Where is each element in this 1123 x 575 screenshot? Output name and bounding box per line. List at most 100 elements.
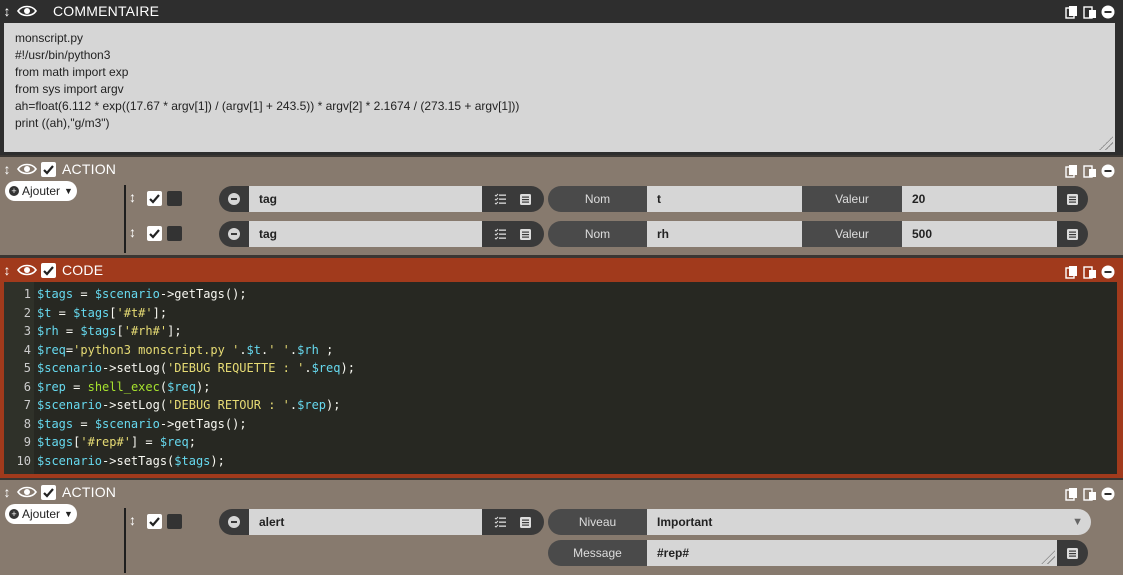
move-handle-icon[interactable]: ↕ xyxy=(1,262,13,278)
minus-icon xyxy=(228,516,240,528)
list-icon[interactable] xyxy=(1066,193,1079,206)
block-title: ACTION xyxy=(62,484,117,500)
code-line: $t = $tags['#t#']; xyxy=(37,305,168,320)
comment-header: ↕ COMMENTAIRE xyxy=(0,0,1123,22)
list-icon[interactable] xyxy=(1066,228,1079,241)
remove-row-button[interactable] xyxy=(219,186,249,212)
copy-icon[interactable] xyxy=(1065,265,1079,279)
resize-grip-icon[interactable] xyxy=(1099,136,1113,150)
remove-block-icon[interactable] xyxy=(1101,265,1115,279)
line-number: 6 xyxy=(23,379,31,394)
action-block: ↕ ACTION + Ajouter ▼ ↕ alert Niveau Impo… xyxy=(0,480,1123,575)
move-handle-icon[interactable]: ↕ xyxy=(1,3,13,19)
name-label: Nom xyxy=(548,221,647,247)
eye-icon[interactable] xyxy=(17,4,37,18)
message-label: Message xyxy=(548,540,647,566)
code-line: $rh = $tags['#rh#']; xyxy=(37,324,182,338)
value-input[interactable]: 500 xyxy=(902,221,1057,247)
line-number: 4 xyxy=(23,342,31,357)
command-input[interactable]: tag xyxy=(249,221,482,247)
value-label: Valeur xyxy=(802,221,902,247)
line-number: 10 xyxy=(16,453,31,468)
command-input[interactable]: tag xyxy=(249,186,482,212)
caret-down-icon: ▼ xyxy=(1072,516,1083,528)
code-line: $tags = $scenario->getTags(); xyxy=(37,416,247,431)
command-options-icon[interactable] xyxy=(519,228,532,241)
code-line: $scenario->setTags($tags); xyxy=(37,453,225,468)
value-label: Valeur xyxy=(802,186,902,212)
command-options-icon[interactable] xyxy=(519,193,532,206)
enable-checkbox[interactable] xyxy=(41,262,56,278)
eye-icon[interactable] xyxy=(17,162,37,176)
comment-line: #!/usr/bin/python3 xyxy=(15,48,111,62)
code-line: $scenario->setLog('DEBUG REQUETTE : '.$r… xyxy=(37,361,355,375)
value-input[interactable]: 20 xyxy=(902,186,1057,212)
remove-row-button[interactable] xyxy=(219,221,249,247)
action-row-message: Message #rep# xyxy=(0,539,1123,567)
action-block: ↕ ACTION + Ajouter ▼ ↕ tag Nom t Valeur … xyxy=(0,157,1123,255)
parallel-checkbox[interactable] xyxy=(167,226,182,241)
name-input[interactable]: t xyxy=(647,186,802,212)
eye-icon[interactable] xyxy=(17,485,37,499)
code-line: $tags['#rep#'] = $req; xyxy=(37,435,196,449)
comment-line: from math import exp xyxy=(15,65,129,79)
action-header: ↕ ACTION xyxy=(0,158,1123,180)
line-number: 9 xyxy=(23,435,31,449)
paste-icon[interactable] xyxy=(1083,5,1097,19)
message-input[interactable]: #rep# xyxy=(647,540,1057,566)
move-handle-icon[interactable]: ↕ xyxy=(129,224,136,240)
parallel-checkbox[interactable] xyxy=(167,514,182,529)
copy-icon[interactable] xyxy=(1065,487,1079,501)
paste-icon[interactable] xyxy=(1083,265,1097,279)
select-command-icon[interactable] xyxy=(494,516,507,529)
niveau-select[interactable]: Important ▼ xyxy=(647,509,1091,535)
resize-grip-icon[interactable] xyxy=(1041,550,1055,564)
niveau-value: Important xyxy=(657,515,713,529)
block-title: CODE xyxy=(62,262,104,278)
enable-checkbox[interactable] xyxy=(147,191,162,206)
comment-block: ↕ COMMENTAIRE monscript.py #!/usr/bin/py… xyxy=(0,0,1123,155)
remove-row-button[interactable] xyxy=(219,509,249,535)
code-line: $tags = $scenario->getTags(); xyxy=(37,287,247,301)
comment-textarea[interactable]: monscript.py #!/usr/bin/python3 from mat… xyxy=(4,23,1115,152)
parallel-checkbox[interactable] xyxy=(167,191,182,206)
comment-line: ah=float(6.112 * exp((17.67 * argv[1]) /… xyxy=(15,99,520,113)
code-line: $scenario->setLog('DEBUG RETOUR : '.$rep… xyxy=(37,398,341,412)
enable-checkbox[interactable] xyxy=(41,161,56,177)
block-title: ACTION xyxy=(62,161,117,177)
enable-checkbox[interactable] xyxy=(147,514,162,529)
remove-block-icon[interactable] xyxy=(1101,487,1115,501)
line-number: 3 xyxy=(23,324,31,338)
minus-icon xyxy=(228,193,240,205)
comment-line: from sys import argv xyxy=(15,82,124,96)
name-input[interactable]: rh xyxy=(647,221,802,247)
line-number: 1 xyxy=(23,287,31,301)
enable-checkbox[interactable] xyxy=(147,226,162,241)
code-editor[interactable]: 1 2 3 4 5 6 7 8 9 10 $tags = $scenario->getTags()… xyxy=(4,282,1117,474)
select-command-icon[interactable] xyxy=(494,228,507,241)
comment-line: monscript.py xyxy=(15,31,84,45)
move-handle-icon[interactable]: ↕ xyxy=(1,484,13,500)
action-row: ↕ tag Nom t Valeur 20 xyxy=(0,185,1123,213)
minus-icon xyxy=(228,228,240,240)
copy-icon[interactable] xyxy=(1065,164,1079,178)
line-number: 8 xyxy=(23,416,31,431)
eye-icon[interactable] xyxy=(17,263,37,277)
list-icon[interactable] xyxy=(1066,547,1079,560)
paste-icon[interactable] xyxy=(1083,164,1097,178)
move-handle-icon[interactable]: ↕ xyxy=(129,512,136,528)
remove-block-icon[interactable] xyxy=(1101,164,1115,178)
comment-line: print ((ah),"g/m3") xyxy=(15,116,110,130)
move-handle-icon[interactable]: ↕ xyxy=(129,189,136,205)
command-options-icon[interactable] xyxy=(519,516,532,529)
move-handle-icon[interactable]: ↕ xyxy=(1,161,13,177)
copy-icon[interactable] xyxy=(1065,5,1079,19)
command-input[interactable]: alert xyxy=(249,509,482,535)
select-command-icon[interactable] xyxy=(494,193,507,206)
block-title: COMMENTAIRE xyxy=(53,3,160,19)
remove-block-icon[interactable] xyxy=(1101,5,1115,19)
message-value: #rep# xyxy=(657,546,690,560)
enable-checkbox[interactable] xyxy=(41,484,56,500)
code-header: ↕ CODE xyxy=(0,259,1123,281)
paste-icon[interactable] xyxy=(1083,487,1097,501)
